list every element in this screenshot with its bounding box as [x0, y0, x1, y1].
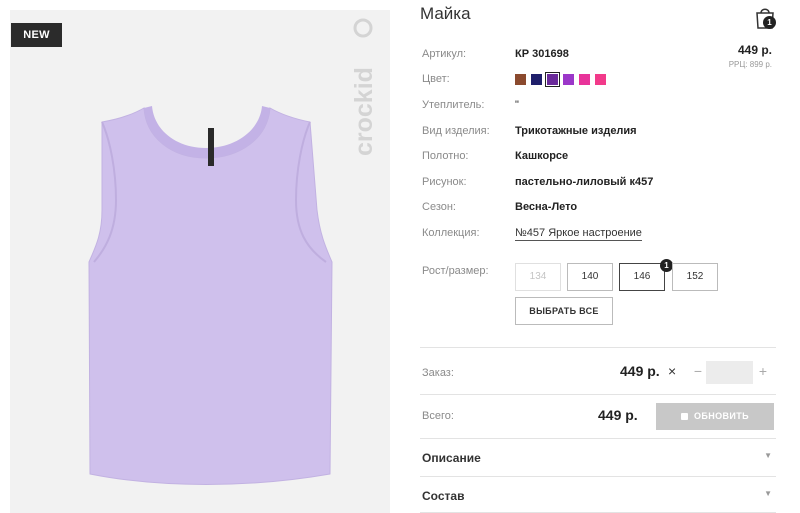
new-badge: NEW: [11, 23, 62, 47]
divider: [420, 347, 776, 348]
insulation-value: ": [515, 99, 519, 111]
color-swatch-purple[interactable]: [545, 72, 560, 87]
total-price: 449 р.: [598, 407, 638, 423]
product-details-panel: Майка 1 Артикул: КР 301698 449 р. РРЦ: 8…: [420, 0, 780, 513]
chevron-down-icon: ▼: [764, 451, 772, 460]
bag-icon: [680, 413, 688, 420]
color-label: Цвет:: [422, 73, 450, 85]
fabric-value: Кашкорсе: [515, 150, 569, 162]
cart-count-badge: 1: [763, 16, 776, 29]
tank-top-image: [88, 106, 333, 485]
size-option-146[interactable]: 146: [619, 263, 665, 291]
collection-label: Коллекция:: [422, 227, 480, 239]
quantity-increase-button[interactable]: +: [756, 363, 770, 379]
product-type-label: Вид изделия:: [422, 125, 490, 137]
product-price: 449 р.: [737, 43, 772, 57]
color-swatch-pink[interactable]: [579, 74, 590, 85]
collection-link[interactable]: №457 Яркое настроение: [515, 227, 642, 241]
color-swatch-rose[interactable]: [595, 74, 606, 85]
size-option-140[interactable]: 140: [567, 263, 613, 291]
recommended-price: РРЦ: 899 р.: [728, 60, 772, 69]
description-accordion[interactable]: Описание ▼: [420, 446, 776, 472]
quantity-decrease-button[interactable]: −: [691, 363, 705, 379]
color-swatch-violet[interactable]: [563, 74, 574, 85]
insulation-label: Утеплитель:: [422, 99, 485, 111]
select-all-sizes-button[interactable]: ВЫБРАТЬ ВСЕ: [515, 297, 613, 325]
size-label: Рост/размер:: [422, 265, 489, 277]
size-option-152[interactable]: 152: [672, 263, 718, 291]
season-value: Весна-Лето: [515, 201, 578, 213]
divider: [420, 438, 776, 439]
description-accordion-label: Описание: [422, 451, 481, 465]
fabric-label: Полотно:: [422, 150, 469, 162]
brand-logo: crockid: [350, 18, 378, 156]
svg-text:crockid: crockid: [350, 67, 378, 156]
season-label: Сезон:: [422, 201, 456, 213]
multiply-sign: ×: [668, 363, 677, 379]
article-label: Артикул:: [422, 48, 467, 60]
composition-accordion[interactable]: Состав ▼: [420, 484, 776, 510]
size-option-134: 134: [515, 263, 561, 291]
total-label: Всего:: [422, 410, 454, 422]
article-value: КР 301698: [515, 48, 569, 60]
update-button-label: ОБНОВИТЬ: [693, 411, 750, 421]
color-swatch-navy[interactable]: [531, 74, 542, 85]
quantity-input[interactable]: [706, 361, 753, 384]
color-swatch-brown[interactable]: [515, 74, 526, 85]
product-type-value: Трикотажные изделия: [515, 125, 637, 137]
composition-accordion-label: Состав: [422, 489, 465, 503]
pattern-value: пастельно-лиловый к457: [515, 176, 654, 188]
order-price: 449 р.: [620, 363, 660, 379]
divider: [420, 394, 776, 395]
update-cart-button[interactable]: ОБНОВИТЬ: [656, 403, 774, 430]
product-title: Майка: [420, 4, 471, 23]
divider: [420, 476, 776, 477]
product-image[interactable]: NEW crockid: [10, 10, 390, 513]
order-label: Заказ:: [422, 367, 454, 379]
pattern-label: Рисунок:: [422, 176, 467, 188]
chevron-down-icon: ▼: [764, 489, 772, 498]
